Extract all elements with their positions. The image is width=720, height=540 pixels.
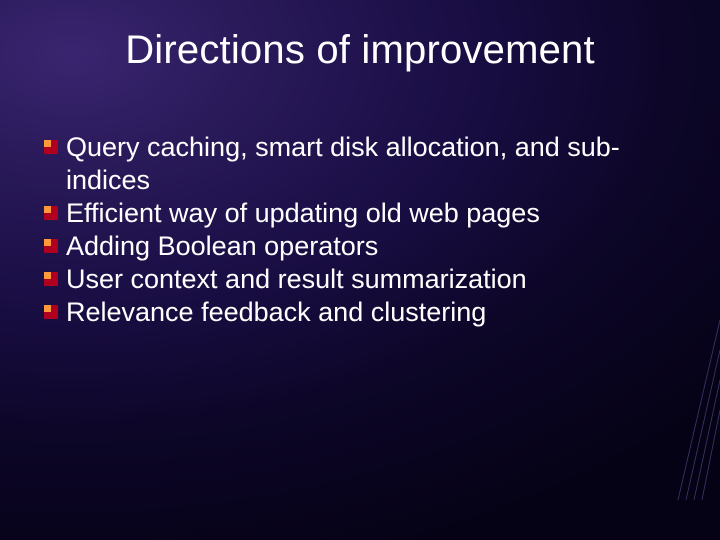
bullet-text: Query caching, smart disk allocation, an… <box>66 131 660 197</box>
bullet-icon <box>44 239 58 253</box>
list-item: Adding Boolean operators <box>44 230 660 263</box>
bullet-icon <box>44 305 58 319</box>
slide-content: Query caching, smart disk allocation, an… <box>44 131 660 329</box>
bullet-icon <box>44 140 58 154</box>
list-item: Query caching, smart disk allocation, an… <box>44 131 660 197</box>
bullet-text: Adding Boolean operators <box>66 230 378 263</box>
bullet-text: User context and result summarization <box>66 263 527 296</box>
bullet-icon <box>44 272 58 286</box>
list-item: Relevance feedback and clustering <box>44 296 660 329</box>
bullet-text: Efficient way of updating old web pages <box>66 197 540 230</box>
slide-container: Directions of improvement Query caching,… <box>0 0 720 540</box>
bullet-text: Relevance feedback and clustering <box>66 296 486 329</box>
list-item: User context and result summarization <box>44 263 660 296</box>
bullet-icon <box>44 206 58 220</box>
slide-title: Directions of improvement <box>0 0 720 73</box>
list-item: Efficient way of updating old web pages <box>44 197 660 230</box>
decorative-lines <box>660 320 720 500</box>
